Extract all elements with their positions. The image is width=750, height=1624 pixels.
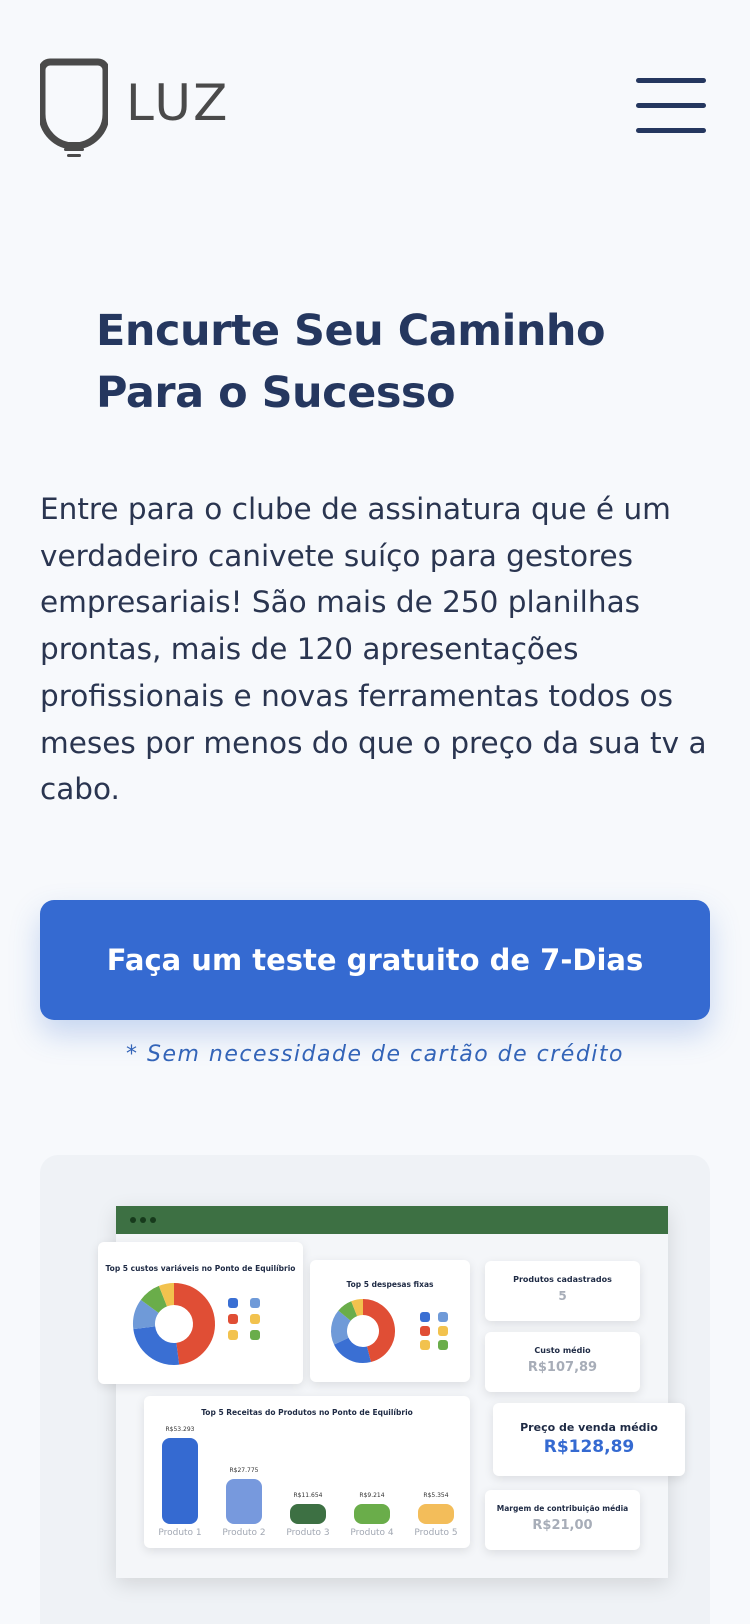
kpi-label: Custo médio: [534, 1346, 591, 1355]
bar-category-label: Produto 2: [222, 1528, 266, 1538]
kpi-card-contribution-margin: Margem de contribuição média R$21,00: [485, 1490, 640, 1550]
legend-swatch: [420, 1340, 430, 1350]
donut-slice: [133, 1325, 180, 1365]
donut-slice: [334, 1337, 371, 1363]
bar-chart-card: Top 5 Receitas do Produtos no Ponto de E…: [144, 1396, 470, 1548]
bar-chart: R$53.293 Produto 1 R$27.775 Produto 2 R$11.6…: [144, 1396, 470, 1548]
donut-slice: [140, 1285, 168, 1314]
menu-line: [636, 78, 706, 83]
donut-chart-variable-costs: [133, 1283, 215, 1365]
donut-slice: [133, 1299, 160, 1330]
window-dot: [130, 1217, 136, 1223]
bar: [418, 1504, 454, 1524]
legend-swatch: [228, 1298, 238, 1308]
bar: [290, 1504, 326, 1524]
legend-swatch: [228, 1330, 238, 1340]
bar-value-label: R$5.354: [423, 1492, 449, 1499]
kpi-value: 5: [558, 1289, 567, 1303]
hamburger-menu-icon[interactable]: [636, 78, 706, 134]
donut-card-title: Top 5 custos variáveis no Ponto de Equil…: [105, 1264, 296, 1273]
bar-category-label: Produto 1: [158, 1528, 202, 1538]
bar-value-label: R$27.775: [229, 1467, 259, 1475]
kpi-value: R$107,89: [527, 1360, 598, 1375]
logo-text: LUZ: [126, 74, 231, 132]
kpi-label: Margem de contribuição média: [496, 1504, 629, 1513]
kpi-label: Produtos cadastrados: [513, 1275, 612, 1284]
bar: [162, 1438, 198, 1524]
donut-slice: [331, 1310, 352, 1345]
hero-description: Entre para o clube de assinatura que é u…: [40, 492, 707, 807]
site-header: LUZ: [0, 0, 750, 170]
legend-swatch: [438, 1326, 448, 1336]
menu-line: [636, 128, 706, 133]
donut-chart-fixed-expenses: [331, 1299, 395, 1363]
kpi-card-average-cost: Custo médio R$107,89: [485, 1332, 640, 1392]
donut-card-title: Top 5 despesas fixas: [346, 1280, 434, 1289]
bar-category-label: Produto 3: [286, 1528, 330, 1538]
hero-title: Encurte Seu Caminho Para o Sucesso: [96, 306, 606, 418]
bar-value-label: R$53.293: [165, 1426, 195, 1433]
legend-swatch: [250, 1298, 260, 1308]
legend-swatch: [228, 1314, 238, 1324]
legend-swatch: [250, 1314, 260, 1324]
donut-card-variable-costs: Top 5 custos variáveis no Ponto de Equil…: [98, 1242, 303, 1384]
free-trial-button[interactable]: Faça um teste gratuito de 7-Dias: [40, 900, 710, 1020]
donut-card-fixed-expenses: Top 5 despesas fixas: [310, 1260, 470, 1382]
donut-slice: [351, 1299, 364, 1317]
bar-category-label: Produto 4: [350, 1528, 394, 1538]
bar-value-label: R$9.214: [359, 1492, 385, 1499]
bar-category-label: Produto 5: [414, 1528, 458, 1538]
legend-swatch: [438, 1340, 448, 1350]
free-trial-button-label: Faça um teste gratuito de 7-Dias: [106, 943, 644, 977]
bar: [354, 1504, 390, 1524]
donut-slice: [158, 1283, 175, 1307]
legend-swatch: [420, 1326, 430, 1336]
no-credit-card-note: * Sem necessidade de cartão de crédito: [125, 1042, 624, 1067]
bar-value-label: R$11.654: [293, 1492, 323, 1499]
donut-slice: [173, 1283, 215, 1365]
kpi-value: R$128,89: [543, 1437, 635, 1457]
dashboard-title-bar: [116, 1206, 668, 1234]
legend-swatch: [438, 1312, 448, 1322]
kpi-label: Preço de venda médio: [520, 1421, 658, 1434]
window-dot: [150, 1217, 156, 1223]
legend-swatch: [250, 1330, 260, 1340]
donut-slice: [338, 1301, 358, 1322]
logo[interactable]: LUZ: [40, 58, 230, 158]
lightbulb-logo-icon: [40, 58, 108, 157]
window-dot: [140, 1217, 146, 1223]
kpi-card-products-registered: Produtos cadastrados 5: [485, 1261, 640, 1321]
kpi-value: R$21,00: [532, 1518, 593, 1533]
kpi-card-average-sale-price: Preço de venda médio R$128,89: [493, 1403, 685, 1476]
bar: [226, 1479, 262, 1524]
legend-swatch: [420, 1312, 430, 1322]
menu-line: [636, 103, 706, 108]
